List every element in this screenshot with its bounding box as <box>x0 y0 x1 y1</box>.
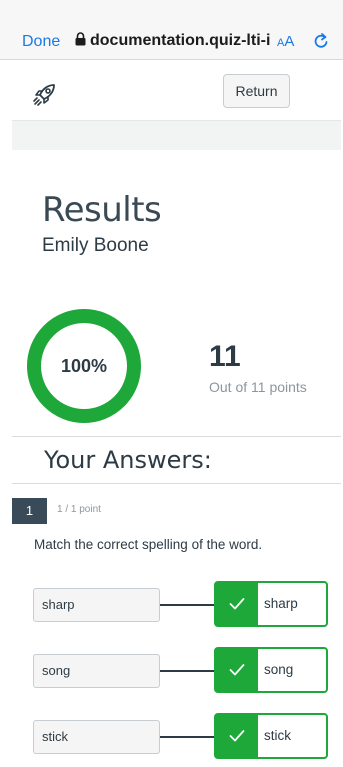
question-points: 1 / 1 point <box>57 504 101 515</box>
return-button[interactable]: Return <box>223 74 290 108</box>
check-icon <box>229 730 245 742</box>
correct-indicator <box>216 715 258 757</box>
match-right-item: sharp <box>214 581 328 627</box>
points-out-of: Out of 11 points <box>209 379 307 395</box>
reload-icon[interactable] <box>312 31 330 51</box>
answers-rule <box>12 483 341 484</box>
answers-divider <box>12 436 341 437</box>
match-right-item: song <box>214 647 328 693</box>
question-number-badge: 1 <box>12 498 47 524</box>
check-icon <box>229 598 245 610</box>
text-size-button[interactable]: AA <box>277 33 294 50</box>
done-button[interactable]: Done <box>22 33 60 51</box>
match-right-label: stick <box>264 728 291 743</box>
browser-address-bar: Done documentation.quiz-lti-ia AA <box>0 22 343 60</box>
match-row: song song <box>12 647 341 695</box>
url-text: documentation.quiz-lti-ia <box>90 32 270 49</box>
match-connector <box>160 670 215 672</box>
match-row: stick stick <box>12 713 341 761</box>
answers-heading: Your Answers: <box>44 446 212 474</box>
match-right-label: song <box>264 662 294 677</box>
status-bar <box>0 0 343 22</box>
results-title: Results <box>42 190 162 230</box>
header-divider <box>12 120 341 150</box>
check-icon <box>229 664 245 676</box>
rocket-icon <box>33 84 55 106</box>
score-percent: 100% <box>60 356 108 376</box>
match-connector <box>160 736 215 738</box>
url-field[interactable]: documentation.quiz-lti-ia <box>75 32 270 52</box>
match-connector <box>160 604 215 606</box>
match-right-label: sharp <box>264 596 298 611</box>
match-left-item: sharp <box>33 588 160 622</box>
quiz-results-page: Return Results Emily Boone 100% 11 Out o… <box>12 61 341 767</box>
question-prompt: Match the correct spelling of the word. <box>34 537 263 552</box>
match-left-item: stick <box>33 720 160 754</box>
correct-indicator <box>216 583 258 625</box>
points-earned: 11 <box>209 340 241 373</box>
match-left-item: song <box>33 654 160 688</box>
match-row: sharp sharp <box>12 581 341 629</box>
correct-indicator <box>216 649 258 691</box>
student-name: Emily Boone <box>42 235 149 256</box>
match-right-item: stick <box>214 713 328 759</box>
text-size-large-glyph: A <box>284 33 295 50</box>
lock-icon <box>75 32 86 46</box>
